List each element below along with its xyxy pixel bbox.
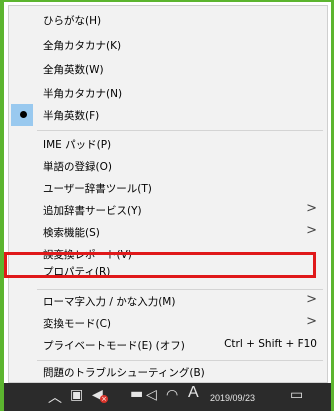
menu-item-hiragana[interactable]: ひらがな(H) — [9, 9, 327, 31]
show-hidden-icons-chevron-icon[interactable]: ︿ — [48, 387, 62, 407]
submenu-arrow-icon: > — [306, 314, 317, 329]
menu-item-label: 半角英数(F) — [43, 110, 100, 122]
menu-item-label: ユーザー辞書ツール(T) — [43, 183, 152, 195]
background-window-edge-top — [0, 0, 334, 2]
properties-highlight-annotation — [4, 252, 316, 278]
menu-item-register-word[interactable]: 単語の登録(O) — [9, 155, 327, 177]
menu-item-halfwidth-alphanumeric[interactable]: 半角英数(F) — [9, 104, 327, 126]
menu-separator — [37, 130, 323, 131]
wifi-icon[interactable]: ◠ — [166, 387, 178, 403]
menu-item-search-function[interactable]: 検索機能(S) > — [9, 221, 327, 243]
menu-item-ime-pad[interactable]: IME パッド(P) — [9, 133, 327, 155]
menu-item-label: 単語の登録(O) — [43, 161, 112, 173]
radio-bullet-icon — [20, 111, 27, 118]
mute-icon: × — [100, 395, 108, 403]
menu-item-user-dictionary-tool[interactable]: ユーザー辞書ツール(T) — [9, 177, 327, 199]
volume-icon[interactable]: ◁ — [146, 387, 157, 403]
ime-mode-indicator[interactable]: A — [188, 384, 199, 402]
menu-item-fullwidth-alphanumeric[interactable]: 全角英数(W) — [9, 58, 327, 80]
submenu-arrow-icon: > — [306, 292, 317, 307]
menu-item-label: 半角カタカナ(N) — [43, 88, 123, 100]
battery-icon[interactable]: ▬ — [130, 386, 143, 402]
menu-item-label: 問題のトラブルシューティング(B) — [43, 367, 205, 379]
submenu-arrow-icon: > — [306, 223, 317, 238]
menu-item-label: 追加辞書サービス(Y) — [43, 205, 142, 217]
action-center-icon[interactable]: ▭ — [290, 387, 303, 403]
taskbar-date[interactable]: 2019/09/23 — [210, 393, 255, 403]
selected-mode-indicator — [11, 104, 33, 126]
menu-item-label: 変換モード(C) — [43, 318, 112, 330]
menu-item-label: 検索機能(S) — [43, 227, 100, 239]
background-window-edge-left — [0, 0, 4, 411]
menu-item-troubleshooting[interactable]: 問題のトラブルシューティング(B) — [9, 361, 327, 383]
menu-item-label: 全角英数(W) — [43, 64, 104, 76]
menu-item-private-mode[interactable]: プライベートモード(E) (オフ) Ctrl + Shift + F10 — [9, 334, 327, 356]
taskbar: ︿ ▣ ◀ × ▬ ◁ ◠ A 2019/09/23 ▭ — [4, 383, 331, 411]
keyboard-shortcut: Ctrl + Shift + F10 — [224, 338, 317, 350]
menu-item-additional-dictionary-service[interactable]: 追加辞書サービス(Y) > — [9, 199, 327, 221]
ime-context-menu: ひらがな(H) 全角カタカナ(K) 全角英数(W) 半角カタカナ(N) 半角英数… — [8, 5, 328, 383]
menu-item-label: ひらがな(H) — [43, 15, 102, 27]
menu-item-halfwidth-katakana[interactable]: 半角カタカナ(N) — [9, 82, 327, 104]
submenu-arrow-icon: > — [306, 201, 317, 216]
menu-item-fullwidth-katakana[interactable]: 全角カタカナ(K) — [9, 34, 327, 56]
menu-item-input-method[interactable]: ローマ字入力 / かな入力(M) > — [9, 290, 327, 312]
menu-item-label: 全角カタカナ(K) — [43, 40, 122, 52]
menu-item-label: ローマ字入力 / かな入力(M) — [43, 296, 176, 308]
menu-item-conversion-mode[interactable]: 変換モード(C) > — [9, 312, 327, 334]
menu-item-label: IME パッド(P) — [43, 139, 112, 151]
network-icon[interactable]: ▣ — [70, 387, 83, 403]
menu-item-label: プライベートモード(E) (オフ) — [43, 340, 185, 352]
